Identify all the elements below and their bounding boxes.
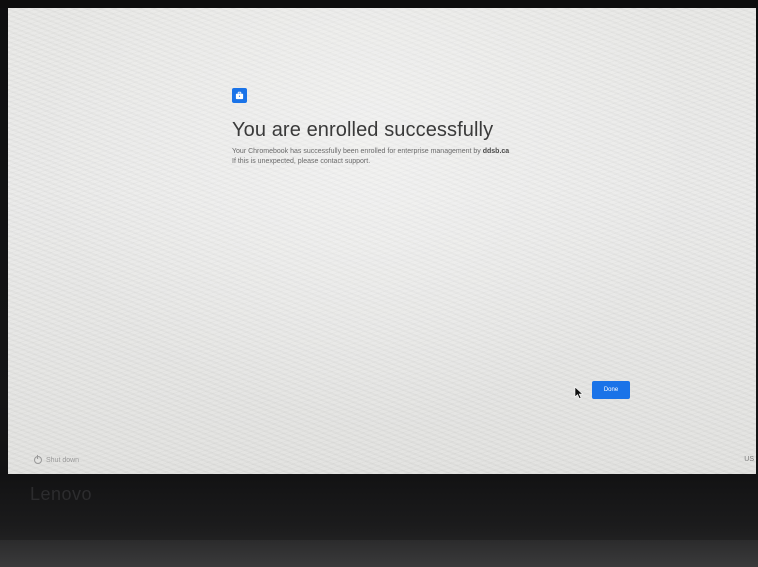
lenovo-logo: Lenovo [30, 484, 93, 504]
message-text: Your Chromebook has successfully been en… [232, 148, 481, 155]
keyboard-locale-indicator[interactable]: US [744, 456, 754, 463]
message-line-1: Your Chromebook has successfully been en… [232, 147, 562, 157]
page-title: You are enrolled successfully [232, 119, 494, 141]
top-bezel [0, 0, 758, 8]
enrollment-screen: You are enrolled successfully Your Chrom… [8, 8, 756, 474]
briefcase-icon [232, 88, 247, 103]
keyboard-edge [0, 540, 758, 567]
shutdown-label: Shut down [46, 456, 80, 464]
enrollment-message: Your Chromebook has successfully been en… [232, 147, 562, 167]
done-button[interactable]: Done [592, 381, 630, 399]
mouse-cursor-icon [574, 386, 584, 400]
message-line-2: If this is unexpected, please contact su… [232, 158, 371, 165]
photo-frame: You are enrolled successfully Your Chrom… [0, 0, 758, 567]
shutdown-button[interactable]: Shut down [34, 455, 80, 464]
power-icon [34, 455, 42, 464]
enrollment-domain: ddsb.ca [482, 148, 510, 155]
